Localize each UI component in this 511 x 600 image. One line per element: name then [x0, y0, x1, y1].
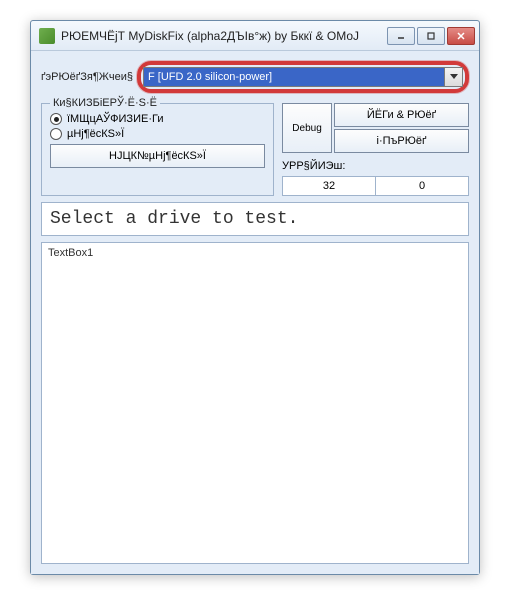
- debug-button[interactable]: Debug: [282, 103, 332, 153]
- actions-top-row: Debug ЙЁГи & РЮёґ і·ПъРЮёґ: [282, 103, 469, 153]
- undo-fix-button[interactable]: і·ПъРЮёґ: [334, 129, 469, 153]
- radio-icon: [50, 113, 62, 125]
- drive-label: ґэРЮёґЗя¶Жчеи§: [41, 71, 133, 83]
- minimize-icon: [396, 31, 406, 41]
- mode-group-title: Ки§КИЗБіЕРЎ·Ё·Ѕ·Ё: [50, 97, 160, 109]
- client-area: ґэРЮёґЗя¶Жчеи§ F [UFD 2.0 silicon-power]…: [31, 51, 479, 574]
- radio-label-1: їМЩцАЎФИЗИЕ·Ги: [67, 113, 163, 125]
- options-row: Ки§КИЗБіЕРЎ·Ё·Ѕ·Ё їМЩцАЎФИЗИЕ·Ги µНј¶ёсК…: [41, 103, 469, 196]
- radio-option-2[interactable]: µНј¶ёсКЅ»Ї: [50, 128, 265, 140]
- close-icon: [456, 31, 466, 41]
- app-icon: [39, 28, 55, 44]
- scan-fix-button[interactable]: ЙЁГи & РЮёґ: [334, 103, 469, 127]
- drive-dropdown[interactable]: F [UFD 2.0 silicon-power]: [143, 67, 463, 87]
- stats-cell-2: 0: [376, 177, 468, 195]
- window-controls: [387, 27, 475, 45]
- radio-option-1[interactable]: їМЩцАЎФИЗИЕ·Ги: [50, 113, 265, 125]
- status-message: Select a drive to test.: [41, 202, 469, 236]
- actions-column: Debug ЙЁГи & РЮёґ і·ПъРЮёґ УРР§ЙИЭш: 32 …: [282, 103, 469, 196]
- drive-dropdown-value: F [UFD 2.0 silicon-power]: [144, 68, 444, 86]
- radio-icon: [50, 128, 62, 140]
- action-buttons: ЙЁГи & РЮёґ і·ПъРЮёґ: [334, 103, 469, 153]
- maximize-button[interactable]: [417, 27, 445, 45]
- app-window: РЮЕМЧЁјТ MyDiskFix (alpha2ДЪІв°ж) by Бкк…: [30, 20, 480, 575]
- stats-table: 32 0: [282, 176, 469, 196]
- drive-dropdown-highlight: F [UFD 2.0 silicon-power]: [137, 61, 469, 93]
- drive-selector-row: ґэРЮёґЗя¶Жчеи§ F [UFD 2.0 silicon-power]: [41, 61, 469, 93]
- maximize-icon: [426, 31, 436, 41]
- format-button[interactable]: НЈЦК№µНј¶ёcКЅ»Ї: [50, 144, 265, 168]
- dropdown-button[interactable]: [444, 68, 462, 86]
- chevron-down-icon: [450, 74, 458, 80]
- mode-group: Ки§КИЗБіЕРЎ·Ё·Ѕ·Ё їМЩцАЎФИЗИЕ·Ги µНј¶ёсК…: [41, 103, 274, 196]
- stats-label: УРР§ЙИЭш:: [282, 160, 469, 172]
- stats-cell-1: 32: [283, 177, 376, 195]
- radio-label-2: µНј¶ёсКЅ»Ї: [67, 128, 124, 140]
- log-textbox[interactable]: TextBox1: [41, 242, 469, 564]
- close-button[interactable]: [447, 27, 475, 45]
- minimize-button[interactable]: [387, 27, 415, 45]
- window-title: РЮЕМЧЁјТ MyDiskFix (alpha2ДЪІв°ж) by Бкк…: [61, 29, 387, 43]
- titlebar: РЮЕМЧЁјТ MyDiskFix (alpha2ДЪІв°ж) by Бкк…: [31, 21, 479, 51]
